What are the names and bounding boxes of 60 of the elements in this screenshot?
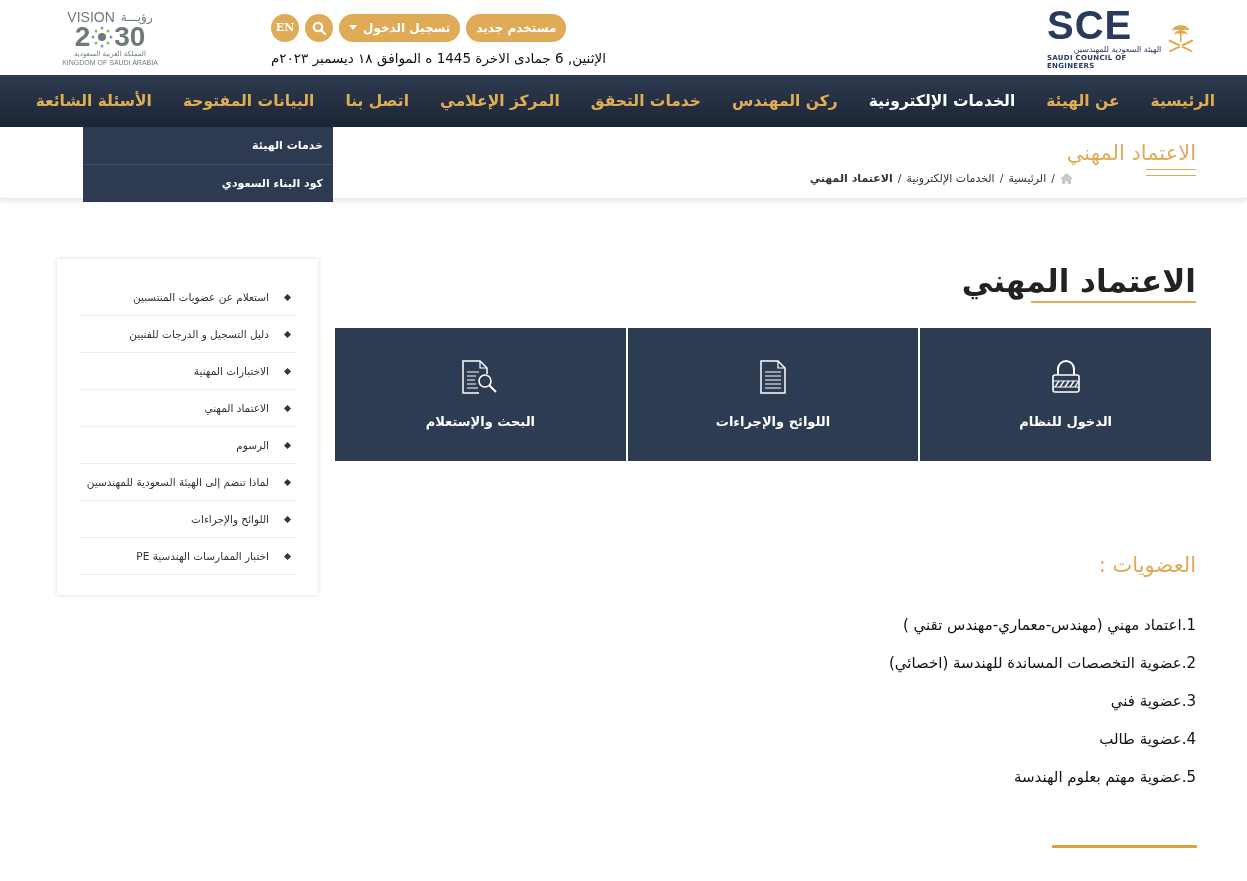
search-button[interactable] (305, 13, 333, 42)
content-title: الاعتماد المهني (961, 262, 1196, 301)
diamond-bullet-icon (284, 515, 291, 523)
document-icon (760, 360, 786, 394)
sidebar-item[interactable]: الاختبارات المهنية (79, 353, 296, 390)
sidebar-item[interactable]: استعلام عن عضويات المنتسبين (79, 279, 296, 316)
sidebar-item[interactable]: لماذا تنضم إلى الهيئة السعودية للمهندسين (79, 464, 296, 501)
diamond-bullet-icon (284, 478, 291, 486)
nav-item[interactable]: الأسئلة الشائعة (35, 92, 152, 110)
nav-item[interactable]: عن الهيئة (1046, 92, 1120, 110)
menu-item[interactable]: خدمات الهيئة (83, 127, 333, 165)
breadcrumb-link[interactable]: الاعتماد المهني (809, 172, 893, 185)
year-digit: 2 (74, 23, 91, 50)
service-tile[interactable]: اللوائح والإجراءات (627, 328, 919, 461)
membership-item: 4.عضوية طالب (1098, 729, 1196, 750)
breadcrumb-separator: / (897, 172, 902, 185)
breadcrumb-link[interactable]: الخدمات الإلكترونية (906, 172, 995, 185)
section-heading: العضويات : (1098, 553, 1196, 577)
nav-item[interactable]: البيانات المفتوحة (182, 92, 315, 110)
membership-item: 1.اعتماد مهني (مهندس-معماري-مهندس تقني ) (901, 615, 1196, 637)
logo-wordmark: SCE (1047, 5, 1133, 45)
search-icon (312, 20, 326, 35)
nav-item[interactable]: ركن المهندس (732, 92, 838, 110)
diamond-bullet-icon (284, 330, 291, 338)
date-text: الإثنين, 6 جمادى الاخرة 1445 ه الموافق ١٨ ديسمبر ٢٠٢٣م (271, 49, 606, 66)
diamond-bullet-icon (284, 293, 291, 301)
nav-item[interactable]: الخدمات الإلكترونية (868, 92, 1016, 110)
nav-item[interactable]: خدمات التحقق (590, 92, 701, 110)
sidebar-item[interactable]: الاعتماد المهني (79, 390, 296, 427)
service-tile[interactable]: البحث والإستعلام (335, 328, 626, 461)
year-digits: 30 (114, 23, 146, 50)
home-icon[interactable] (1060, 173, 1073, 184)
caret-icon (349, 25, 357, 30)
membership-item: 5.عضوية مهتم بعلوم الهندسة (1012, 767, 1196, 788)
diamond-bullet-icon (284, 404, 291, 412)
breadcrumb-separator: / (1051, 172, 1055, 185)
emblem-icon (91, 25, 114, 48)
membership-item: 3.عضوية فني (1109, 691, 1196, 713)
service-tile[interactable]: الدخول للنظام (920, 328, 1211, 461)
sidebar-item[interactable]: دليل التسجيل و الدرجات للفنيين (79, 316, 296, 353)
menu-item[interactable]: كود البناء السعودي (83, 165, 333, 202)
breadcrumb-separator: / (999, 172, 1004, 185)
diamond-bullet-icon (284, 552, 291, 560)
sidebar-item[interactable]: اختبار الممارسات الهندسية PE (79, 538, 296, 575)
nav-item[interactable]: الرئيسية (1150, 92, 1215, 110)
diamond-bullet-icon (284, 441, 291, 449)
document-search-icon (462, 360, 499, 394)
nav-item[interactable]: اتصل بنا (345, 92, 409, 110)
title-underline (1146, 169, 1196, 176)
sidebar-item[interactable]: اللوائح والإجراءات (79, 501, 296, 538)
membership-item: 2.عضوية التخصصات المساندة للهندسة (اخصائي) (888, 653, 1196, 675)
page-title: الاعتماد المهني (1066, 140, 1196, 167)
vision-word: VISION (67, 9, 115, 24)
nav-item[interactable]: المركز الإعلامي (440, 92, 560, 110)
diamond-bullet-icon (284, 367, 291, 375)
padlock-icon (1050, 360, 1081, 394)
breadcrumb-link[interactable]: الرئيسية (1008, 172, 1047, 185)
sidebar-item[interactable]: الرسوم (79, 427, 296, 464)
vision-word-arabic: رؤيـــة (120, 9, 153, 24)
logo-name: الهيئة السعودية للمهندسين (1072, 45, 1162, 54)
